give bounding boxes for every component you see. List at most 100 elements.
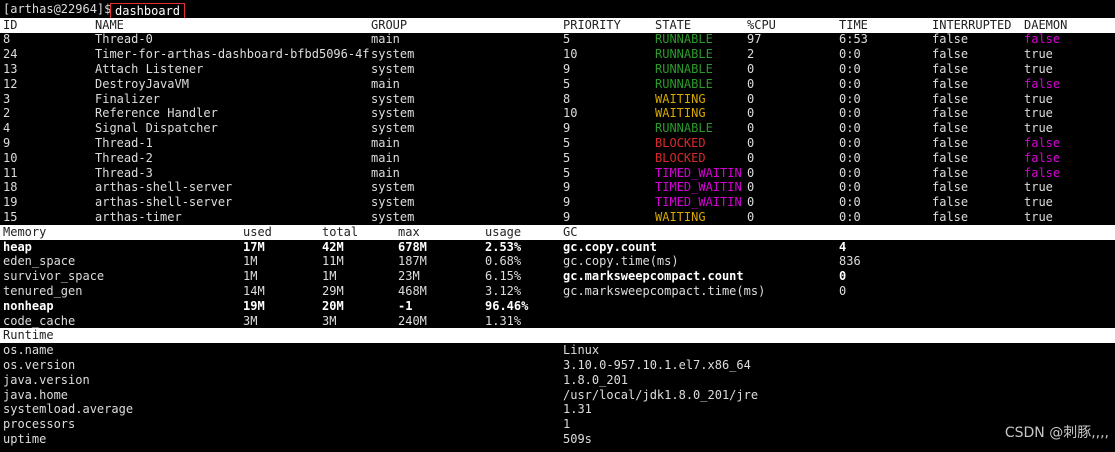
memory-cell-3: -1 [398, 298, 413, 313]
thread-cell-priority: 5 [563, 165, 571, 180]
thread-cell-priority: 9 [563, 121, 571, 136]
thread-cell-interrupted: false [932, 121, 969, 136]
memory-cell-1: 19M [243, 298, 265, 313]
thread-cell-state: WAITING [655, 106, 706, 121]
thread-cell-priority: 10 [563, 106, 578, 121]
thread-cell-group: system [371, 209, 415, 224]
thread-header-priority: PRIORITY [563, 17, 621, 32]
gc-metric-value: 0 [839, 269, 847, 284]
gc-metric-value: 836 [839, 254, 861, 269]
thread-cell-group: main [371, 76, 400, 91]
thread-cell-id: 4 [3, 121, 11, 136]
runtime-row: java.home/usr/local/jdk1.8.0_201/jre [0, 388, 1115, 403]
thread-cell-id: 2 [3, 106, 11, 121]
memory-cell-0: eden_space [3, 254, 76, 269]
thread-cell-state: WAITING [655, 91, 706, 106]
thread-cell-state: RUNNABLE [655, 61, 713, 76]
runtime-key: uptime [3, 431, 47, 446]
thread-cell-state: WAITING [655, 209, 706, 224]
gc-metric-value: 4 [839, 239, 847, 254]
runtime-key: processors [3, 417, 76, 432]
thread-cell-id: 10 [3, 150, 18, 165]
thread-cell-name: arthas-timer [95, 209, 182, 224]
thread-row: 10 Thread-2 main 5 BLOCKED 0 0:0 false false [0, 151, 1115, 166]
memory-cell-4: 3.12% [485, 283, 522, 298]
thread-cell-state: BLOCKED [655, 135, 706, 150]
thread-cell-time: 0:0 [839, 61, 861, 76]
thread-cell-name: Thread-3 [95, 165, 153, 180]
thread-cell-id: 13 [3, 61, 18, 76]
gc-metric-name: gc.copy.count [563, 239, 657, 254]
thread-cell-cpu: 0 [747, 209, 755, 224]
memory-cell-3: 23M [398, 269, 420, 284]
thread-cell-time: 0:0 [839, 47, 861, 62]
thread-row: 15 arthas-timer system 9 WAITING 0 0:0 false tru… [0, 210, 1115, 225]
memory-cell-2: 42M [322, 239, 344, 254]
thread-cell-priority: 5 [563, 76, 571, 91]
prompt-line: [arthas@22964]$ dashboard [0, 2, 1115, 19]
thread-row: 8 Thread-0 main 5 RUNNABLE 97 6:53 false false [0, 32, 1115, 47]
memory-header-0: Memory [3, 224, 47, 239]
thread-cell-interrupted: false [932, 61, 969, 76]
memory-cell-0: code_cache [3, 313, 76, 328]
memory-cell-0: survivor_space [3, 269, 105, 284]
thread-cell-group: system [371, 195, 415, 210]
thread-row: 24 Timer-for-arthas-dashboard-bfbd5096-4f… [0, 47, 1115, 62]
memory-row: eden_space 1M 11M 187M 0.68% gc.copy.time(ms)… [0, 254, 1115, 269]
runtime-key: systemload.average [3, 402, 134, 417]
thread-cell-time: 6:53 [839, 32, 868, 47]
thread-header-cpu: %CPU [747, 17, 776, 32]
thread-cell-cpu: 2 [747, 47, 755, 62]
memory-cell-1: 1M [243, 269, 258, 284]
thread-header-group: GROUP [371, 17, 408, 32]
thread-header-name: NAME [95, 17, 124, 32]
memory-cell-2: 11M [322, 254, 344, 269]
thread-row: 2 Reference Handler system 10 WAITING 0 0:0 fal… [0, 106, 1115, 121]
prompt-user-host: [arthas@22964]$ [3, 2, 112, 16]
thread-cell-interrupted: false [932, 209, 969, 224]
thread-cell-cpu: 0 [747, 135, 755, 150]
thread-cell-group: system [371, 61, 415, 76]
thread-cell-id: 24 [3, 47, 18, 62]
thread-cell-priority: 9 [563, 195, 571, 210]
runtime-key: java.home [3, 387, 69, 402]
thread-cell-daemon: false [1024, 150, 1061, 165]
thread-cell-name: Thread-0 [95, 32, 153, 47]
runtime-value: /usr/local/jdk1.8.0_201/jre [563, 387, 759, 402]
thread-row: 12 DestroyJavaVM main 5 RUNNABLE 0 0:0 false fal… [0, 77, 1115, 92]
thread-cell-cpu: 0 [747, 180, 755, 195]
thread-cell-daemon: true [1024, 121, 1053, 136]
thread-cell-state: TIMED_WAITIN [655, 195, 742, 210]
thread-header-daemon: DAEMON [1024, 17, 1068, 32]
thread-cell-group: main [371, 165, 400, 180]
runtime-value: 1.8.0_201 [563, 372, 629, 387]
thread-cell-time: 0:0 [839, 76, 861, 91]
memory-row: nonheap 19M 20M -1 96.46% [0, 299, 1115, 314]
memory-cell-4: 96.46% [485, 298, 529, 313]
memory-header-1: used [243, 224, 272, 239]
memory-cell-3: 468M [398, 283, 427, 298]
thread-cell-id: 9 [3, 135, 11, 150]
memory-cell-3: 240M [398, 313, 427, 328]
thread-cell-interrupted: false [932, 32, 969, 47]
memory-cell-4: 1.31% [485, 313, 522, 328]
thread-cell-time: 0:0 [839, 106, 861, 121]
thread-cell-daemon: true [1024, 180, 1053, 195]
thread-cell-interrupted: false [932, 165, 969, 180]
runtime-row: uptime 509s [0, 432, 1115, 447]
thread-cell-id: 12 [3, 76, 18, 91]
thread-row: 3 Finalizer system 8 WAITING 0 0:0 false true [0, 92, 1115, 107]
thread-row: 13 Attach Listener system 9 RUNNABLE 0 0:0 fals… [0, 62, 1115, 77]
memory-cell-4: 2.53% [485, 239, 522, 254]
thread-cell-time: 0:0 [839, 165, 861, 180]
thread-cell-daemon: true [1024, 195, 1053, 210]
runtime-value: 3.10.0-957.10.1.el7.x86_64 [563, 357, 751, 372]
thread-cell-group: system [371, 106, 415, 121]
thread-cell-state: BLOCKED [655, 150, 706, 165]
thread-cell-time: 0:0 [839, 195, 861, 210]
thread-cell-time: 0:0 [839, 180, 861, 195]
thread-header-state: STATE [655, 17, 692, 32]
memory-cell-4: 6.15% [485, 269, 522, 284]
thread-cell-time: 0:0 [839, 91, 861, 106]
thread-cell-state: RUNNABLE [655, 121, 713, 136]
